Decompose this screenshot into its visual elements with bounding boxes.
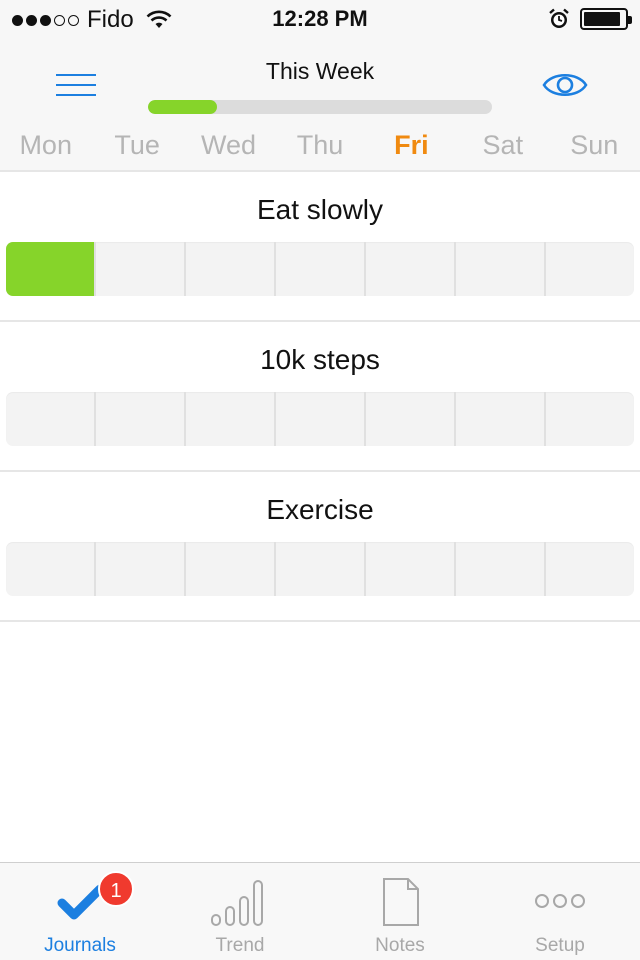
- habit-day-cell-sun[interactable]: [546, 542, 634, 596]
- habit-day-cell-fri[interactable]: [366, 392, 456, 446]
- document-icon: [383, 878, 419, 926]
- habit-day-cell-sun[interactable]: [546, 392, 634, 446]
- habit-row: Exercise: [0, 472, 640, 622]
- status-right: [548, 8, 632, 30]
- alarm-icon: [549, 8, 569, 28]
- habit-day-cell-fri[interactable]: [366, 542, 456, 596]
- week-progress-fill: [148, 100, 217, 114]
- habit-day-cell-fri[interactable]: [366, 242, 456, 296]
- day-fri[interactable]: Fri: [366, 130, 457, 166]
- day-thu[interactable]: Thu: [274, 130, 365, 166]
- tab-label: Setup: [535, 935, 585, 956]
- habit-day-cell-wed[interactable]: [186, 542, 276, 596]
- habit-day-cell-sat[interactable]: [456, 242, 546, 296]
- bars-icon: [211, 880, 263, 926]
- status-time: 12:28 PM: [272, 6, 368, 31]
- status-bar: Fido 12:28 PM: [0, 0, 640, 40]
- habit-day-cell-sun[interactable]: [546, 242, 634, 296]
- battery-level: [584, 12, 620, 26]
- week-header: This Week Mon Tue Wed Thu Fri Sat Sun: [0, 40, 640, 172]
- day-selector: Mon Tue Wed Thu Fri Sat Sun: [0, 130, 640, 166]
- habit-week-track: [6, 542, 634, 596]
- day-tue[interactable]: Tue: [91, 130, 182, 166]
- tab-label: Trend: [215, 935, 265, 956]
- tab-bar: 1 Journals Trend Notes Setup: [0, 862, 640, 960]
- habit-day-cell-mon[interactable]: [6, 542, 96, 596]
- habit-week-track: [6, 392, 634, 446]
- battery-icon: [580, 8, 632, 30]
- habit-name: 10k steps: [260, 344, 380, 375]
- tab-setup[interactable]: Setup: [480, 863, 640, 960]
- ellipsis-icon: [535, 894, 585, 908]
- habit-day-cell-sat[interactable]: [456, 542, 546, 596]
- habit-day-cell-thu[interactable]: [276, 392, 366, 446]
- day-mon[interactable]: Mon: [0, 130, 91, 166]
- tab-trend[interactable]: Trend: [160, 863, 320, 960]
- habit-day-cell-thu[interactable]: [276, 542, 366, 596]
- notification-badge: 1: [98, 871, 134, 907]
- habit-day-cell-mon[interactable]: [6, 392, 96, 446]
- habit-day-cell-sat[interactable]: [456, 392, 546, 446]
- habit-day-cell-wed[interactable]: [186, 242, 276, 296]
- habit-row: Eat slowly: [0, 172, 640, 322]
- habit-name: Exercise: [266, 494, 374, 525]
- week-progress-bar: [148, 100, 492, 114]
- habit-day-cell-tue[interactable]: [96, 542, 186, 596]
- day-sat[interactable]: Sat: [457, 130, 548, 166]
- day-sun[interactable]: Sun: [549, 130, 640, 166]
- habit-day-cell-thu[interactable]: [276, 242, 366, 296]
- habit-day-cell-mon[interactable]: [6, 242, 96, 296]
- habit-day-cell-tue[interactable]: [96, 242, 186, 296]
- habit-list: Eat slowly 10k steps Exercise: [0, 172, 640, 622]
- habit-row: 10k steps: [0, 322, 640, 472]
- tab-journals[interactable]: 1 Journals: [0, 863, 160, 960]
- tab-notes[interactable]: Notes: [320, 863, 480, 960]
- habit-week-track: [6, 242, 634, 296]
- day-wed[interactable]: Wed: [183, 130, 274, 166]
- habit-day-cell-tue[interactable]: [96, 392, 186, 446]
- eye-icon[interactable]: [542, 66, 588, 104]
- habit-day-cell-wed[interactable]: [186, 392, 276, 446]
- habit-name: Eat slowly: [256, 194, 384, 225]
- tab-label: Journals: [44, 935, 116, 956]
- tab-label: Notes: [375, 935, 425, 956]
